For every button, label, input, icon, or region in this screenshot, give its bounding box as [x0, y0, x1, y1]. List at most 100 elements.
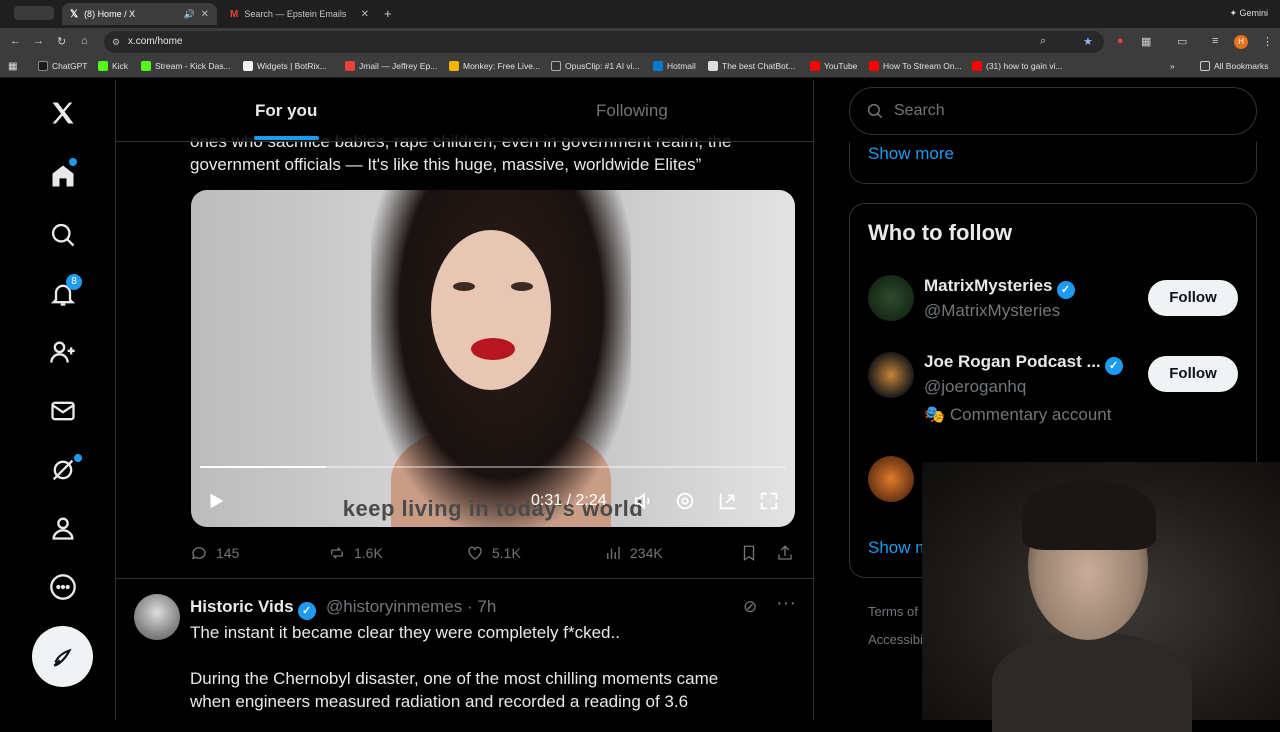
forward-icon[interactable]: →	[33, 35, 44, 47]
avatar[interactable]	[868, 352, 914, 398]
reload-icon[interactable]: ↻	[57, 35, 66, 48]
gemini-button[interactable]: ✦ Gemini	[1229, 8, 1268, 19]
fullscreen-icon[interactable]	[758, 490, 780, 512]
bookmark-stream-kick[interactable]: Stream - Kick Das...	[141, 61, 231, 71]
search-icon[interactable]	[46, 218, 80, 252]
close-tab-icon[interactable]: ✕	[201, 9, 209, 20]
heart-icon	[468, 546, 482, 560]
compose-post-button[interactable]	[32, 626, 93, 687]
more-options-icon[interactable]	[46, 570, 80, 604]
volume-icon[interactable]	[632, 490, 654, 512]
video-progress-bar[interactable]	[200, 466, 786, 468]
views-button[interactable]: 234K	[604, 544, 663, 562]
folder-icon	[1200, 61, 1210, 71]
extension-icon[interactable]: ●	[1117, 35, 1124, 47]
bookmark-monkey[interactable]: Monkey: Free Live...	[449, 61, 540, 71]
like-button[interactable]: 5.1K	[466, 544, 521, 562]
follow-button[interactable]: Follow	[1148, 356, 1238, 392]
verified-badge-icon: ✓	[297, 602, 316, 620]
like-count: 5.1K	[492, 545, 521, 561]
tab-search-button[interactable]	[14, 6, 54, 20]
extensions-puzzle-icon[interactable]: ▦	[1141, 35, 1151, 48]
new-tab-button[interactable]: +	[384, 6, 392, 21]
tweet-actions: 145 1.6K 5.1K 234K	[190, 544, 800, 566]
profile-person-icon[interactable]	[46, 511, 80, 545]
accessibility-link[interactable]: Accessibi	[868, 632, 923, 647]
account-name[interactable]: MatrixMysteries ✓	[924, 276, 1075, 299]
reply-button[interactable]: 145	[190, 544, 239, 562]
reply-icon	[191, 547, 206, 560]
reading-list-icon[interactable]: ≡	[1212, 35, 1218, 47]
bookmark-jmail[interactable]: Jmail — Jeffrey Ep...	[345, 61, 437, 71]
address-bar-row: ← → ↻ ⌂ ⚙ x.com/home ⌕ ★ ● ▦ ▭ ≡ H ⋮	[0, 28, 1280, 56]
youtube-icon	[869, 61, 879, 71]
site-info-icon[interactable]: ⚙	[112, 31, 120, 53]
more-options-icon[interactable]: ···	[776, 592, 796, 615]
timeline-tabs: For you Following	[116, 80, 813, 142]
bookmark-button[interactable]	[740, 544, 758, 562]
avatar[interactable]	[134, 594, 180, 640]
all-bookmarks-folder[interactable]: All Bookmarks	[1200, 61, 1268, 71]
browser-tab-epstein-emails[interactable]: M Search — Epstein Emails ✕	[222, 3, 377, 25]
account-handle[interactable]: @joeroganhq	[924, 377, 1026, 397]
tweet-text-line: The instant it became clear they were co…	[190, 623, 620, 642]
video-frame	[471, 338, 515, 360]
pip-icon[interactable]	[717, 490, 739, 512]
apps-grid-icon[interactable]: ▦	[8, 61, 17, 72]
terms-link[interactable]: Terms of	[868, 604, 918, 619]
bookmark-opusclip[interactable]: OpusClip: #1 AI vi...	[551, 61, 640, 71]
tweet-text-line: government officials — It's like this hu…	[190, 155, 702, 174]
show-more-link[interactable]: Show more	[868, 144, 954, 164]
tab-following[interactable]: Following	[596, 101, 668, 121]
menu-icon[interactable]: ⋮	[1262, 35, 1273, 48]
zoom-icon[interactable]: ⌕	[1040, 35, 1046, 48]
avatar[interactable]	[868, 456, 914, 502]
bookmark-kick[interactable]: Kick	[98, 61, 128, 71]
bookmark-how-to-stream[interactable]: How To Stream On...	[869, 61, 962, 71]
messages-envelope-icon[interactable]	[46, 394, 80, 428]
bookmark-how-to-gain[interactable]: (31) how to gain vi...	[972, 61, 1063, 71]
outlook-icon	[653, 61, 663, 71]
repost-button[interactable]: 1.6K	[328, 544, 383, 562]
video-player[interactable]: keep living in today's world 0:31 / 2:24	[191, 190, 795, 527]
bookmark-star-icon[interactable]: ★	[1083, 35, 1093, 48]
speaker-icon[interactable]: 🔊	[184, 9, 195, 20]
back-icon[interactable]: ←	[10, 35, 21, 47]
grok-icon[interactable]: ⊘	[743, 597, 757, 617]
webcam-person	[992, 632, 1192, 732]
play-icon[interactable]	[205, 490, 227, 512]
follow-people-icon[interactable]	[46, 335, 80, 369]
tweet-text-line: During the Chernobyl disaster, one of th…	[190, 669, 719, 688]
bookmark-youtube[interactable]: YouTube	[810, 61, 857, 71]
close-tab-icon[interactable]: ✕	[361, 9, 369, 20]
search-input[interactable]: Search	[849, 87, 1257, 135]
show-more-link[interactable]: Show m	[868, 538, 929, 558]
x-logo-icon[interactable]	[46, 96, 80, 130]
active-tab-indicator	[254, 136, 319, 140]
follow-button[interactable]: Follow	[1148, 280, 1238, 316]
youtube-icon	[972, 61, 982, 71]
account-name[interactable]: Joe Rogan Podcast ... ✓	[924, 352, 1123, 375]
avatar[interactable]	[868, 275, 914, 321]
tweet-author-name[interactable]: Historic Vids ✓	[190, 597, 316, 620]
gmail-icon: M	[230, 8, 239, 20]
url-input[interactable]: ⚙ x.com/home	[104, 31, 1104, 53]
bookmarks-overflow-icon[interactable]: »	[1170, 61, 1175, 71]
bookmark-widgets-botrix[interactable]: Widgets | BotRix...	[243, 61, 327, 71]
bookmark-chatgpt[interactable]: ChatGPT	[38, 61, 87, 71]
tab-for-you[interactable]: For you	[255, 101, 317, 121]
browser-tab-x-home[interactable]: 𝕏 (8) Home / X 🔊 ✕	[62, 3, 217, 25]
side-panel-icon[interactable]: ▭	[1177, 35, 1187, 48]
profile-avatar[interactable]: H	[1234, 35, 1248, 49]
analytics-icon	[607, 547, 620, 559]
bookmark-hotmail[interactable]: Hotmail	[653, 61, 696, 71]
bookmark-chatbot[interactable]: The best ChatBot...	[708, 61, 795, 71]
share-button[interactable]	[776, 544, 794, 562]
grok-dot	[74, 454, 82, 462]
home-icon[interactable]: ⌂	[81, 35, 88, 47]
repost-count: 1.6K	[354, 545, 383, 561]
tweet-author-handle[interactable]: @historyinmemes · 7h	[326, 597, 496, 617]
view-count: 234K	[630, 545, 663, 561]
settings-gear-icon[interactable]	[674, 490, 696, 512]
account-handle[interactable]: @MatrixMysteries	[924, 301, 1060, 321]
